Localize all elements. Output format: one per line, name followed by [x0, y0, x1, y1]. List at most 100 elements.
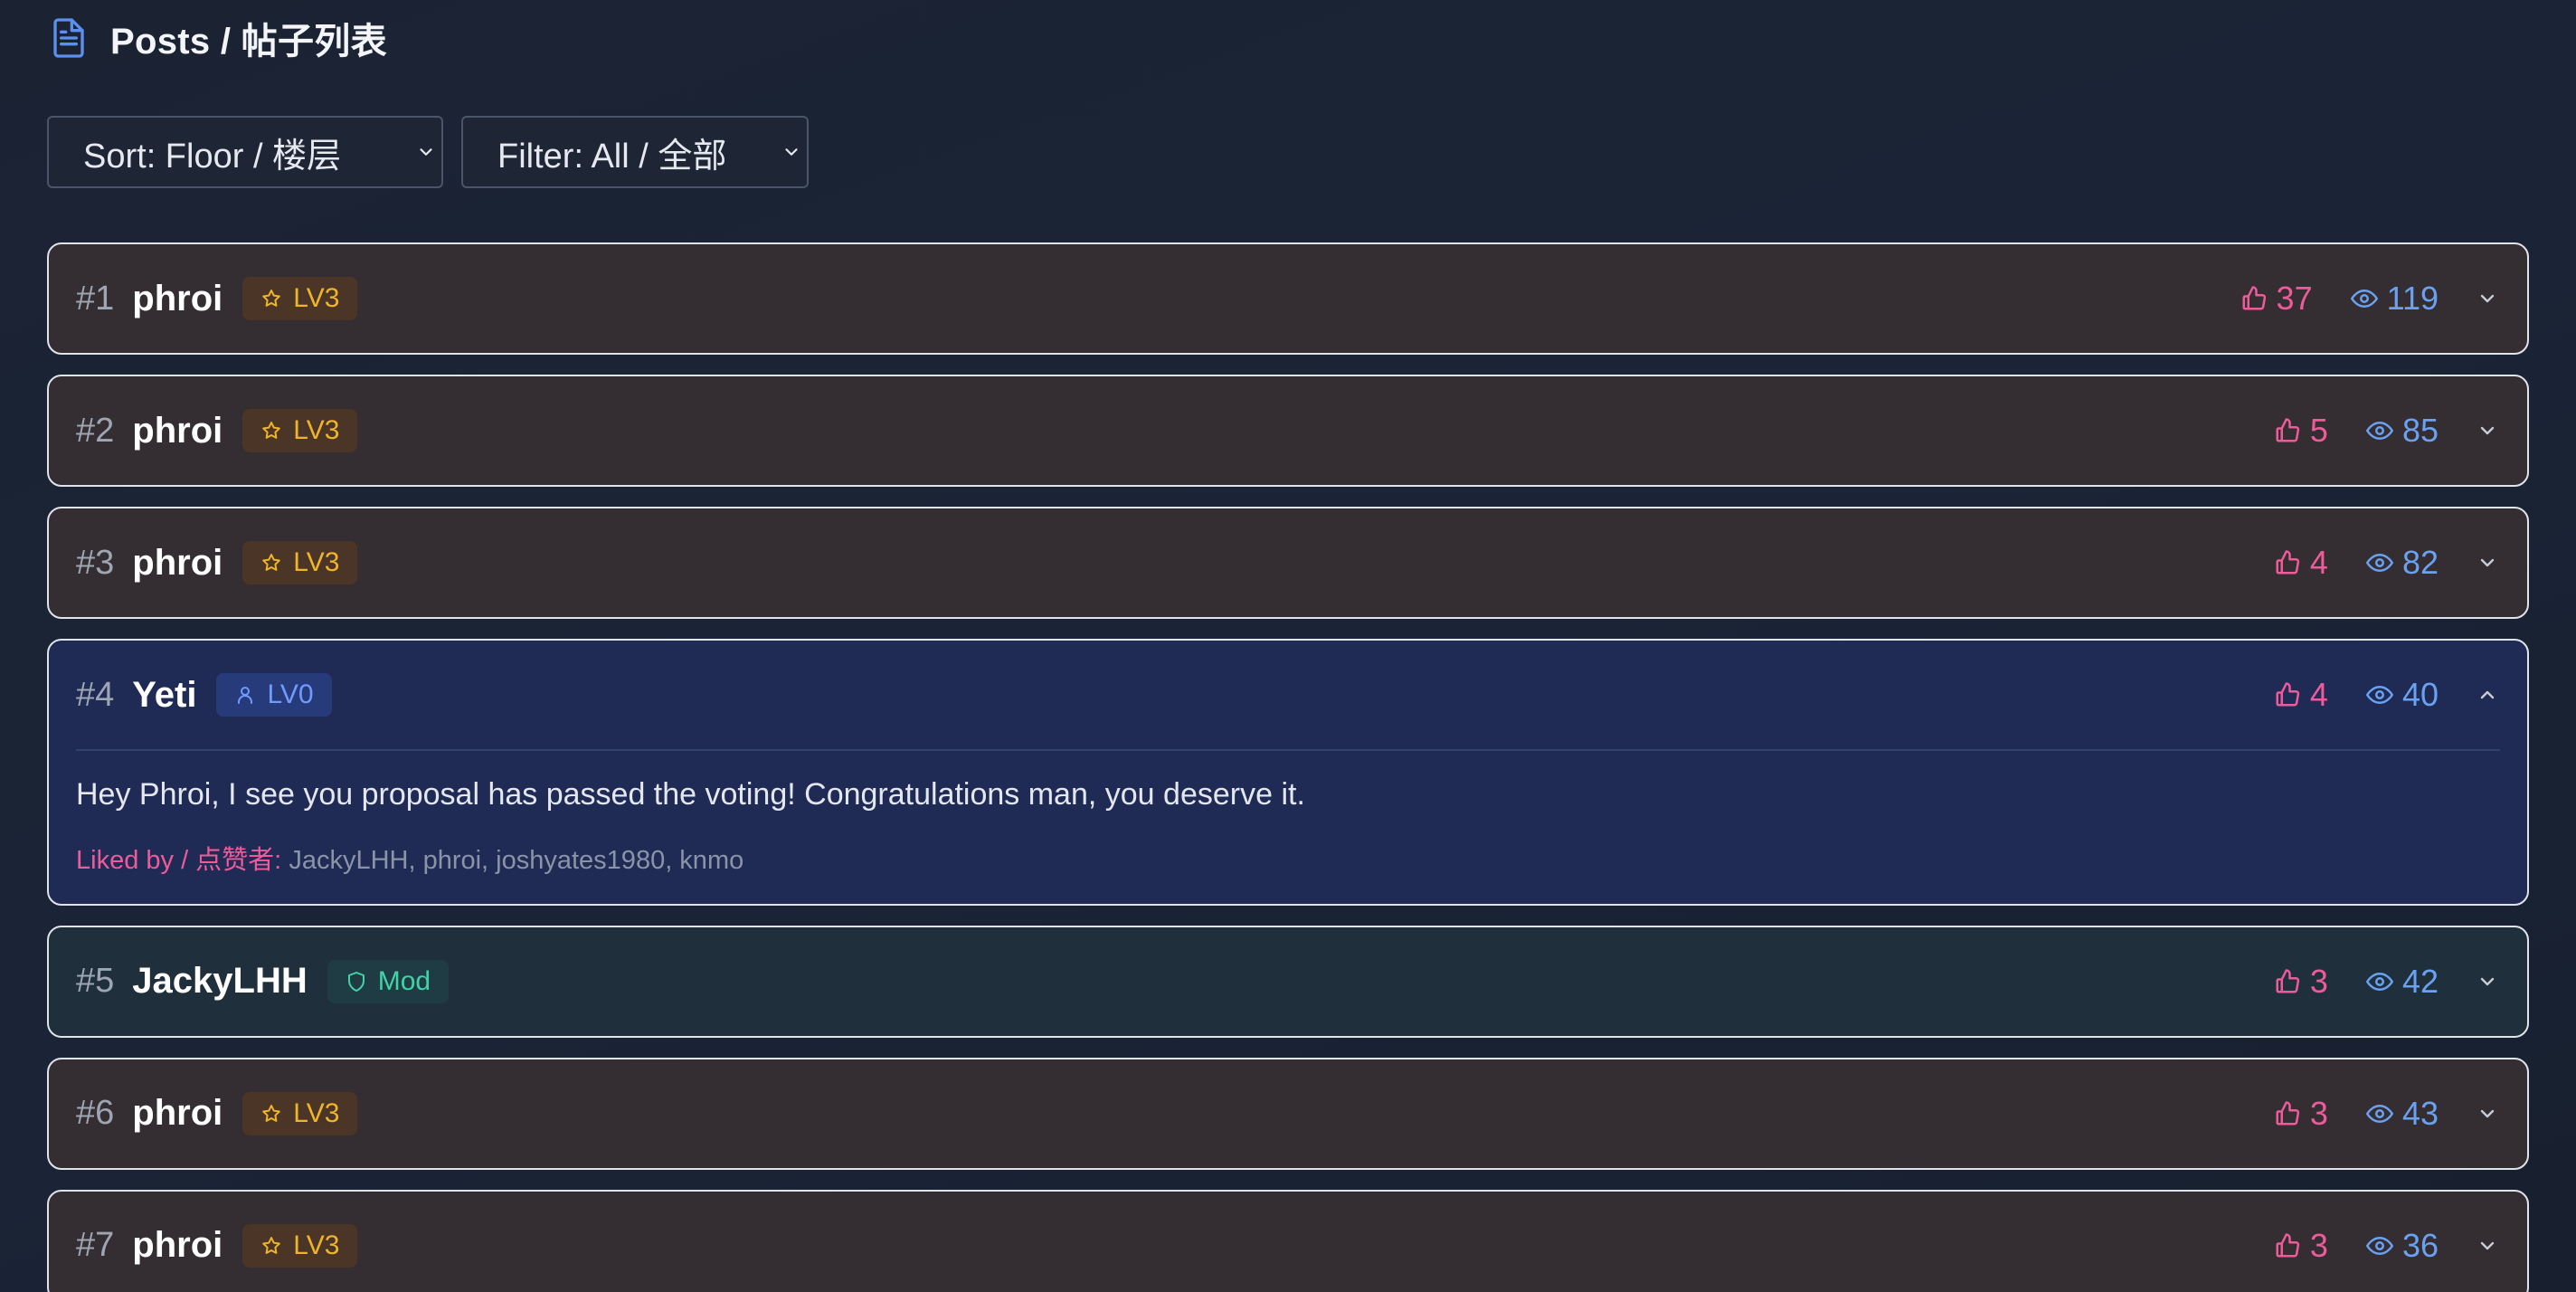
post-author[interactable]: phroi [132, 411, 223, 451]
post-header[interactable]: #3 phroi LV3 4 82 [49, 508, 2527, 617]
likes-count[interactable]: 3 [2274, 1095, 2328, 1133]
chevron-down-icon[interactable] [2475, 1101, 2500, 1126]
badge-label: LV0 [267, 679, 314, 709]
post-author[interactable]: phroi [132, 1093, 223, 1134]
eye-icon [2365, 554, 2393, 572]
post-author[interactable]: JackyLHH [132, 961, 307, 1002]
page-title: Posts / 帖子列表 [110, 22, 387, 62]
chevron-down-icon[interactable] [2475, 969, 2500, 994]
likes-value: 3 [2309, 962, 2328, 1000]
level-badge: LV0 [216, 673, 332, 717]
thumbs-up-icon [2276, 550, 2300, 575]
post-author[interactable]: phroi [132, 279, 223, 319]
post-floor: #2 [76, 411, 115, 450]
chevron-down-icon[interactable] [2475, 286, 2500, 311]
post-item[interactable]: #5 JackyLHH Mod 3 42 [47, 925, 2529, 1038]
page-header: Posts / 帖子列表 [47, 0, 2529, 76]
post-item[interactable]: #6 phroi LV3 3 43 [47, 1057, 2529, 1170]
views-count: 119 [2350, 280, 2439, 318]
badge-label: LV3 [293, 283, 340, 313]
likes-count[interactable]: 5 [2274, 412, 2328, 450]
post-header[interactable]: #7 phroi LV3 3 36 [49, 1192, 2527, 1292]
post-header[interactable]: #4 Yeti LV0 4 40 [49, 641, 2527, 749]
views-count: 42 [2365, 962, 2439, 1001]
thumbs-up-icon [2276, 1101, 2300, 1126]
post-body: Hey Phroi, I see you proposal has passed… [76, 749, 2500, 904]
views-value: 40 [2401, 676, 2439, 713]
post-header[interactable]: #1 phroi LV3 37 119 [49, 244, 2527, 353]
filter-select[interactable]: Filter: All / 全部 [461, 116, 809, 188]
post-content: Hey Phroi, I see you proposal has passed… [76, 777, 1305, 812]
mod-badge: Mod [327, 959, 450, 1003]
post-floor: #7 [76, 1226, 115, 1265]
shield-icon [347, 971, 365, 992]
post-floor: #1 [76, 279, 115, 318]
chevron-down-icon [785, 148, 798, 156]
post-header[interactable]: #5 JackyLHH Mod 3 42 [49, 927, 2527, 1036]
likes-count[interactable]: 37 [2240, 280, 2313, 318]
post-author[interactable]: phroi [132, 1225, 223, 1266]
liked-by: Liked by / 点赞者: JackyLHH, phroi, joshyat… [76, 839, 2500, 877]
post-floor: #4 [76, 675, 115, 714]
posts-page: Posts / 帖子列表 Sort: Floor / 楼层 Filter: Al… [0, 0, 2576, 1292]
thumbs-up-icon [2242, 286, 2266, 310]
likes-value: 4 [2309, 676, 2328, 713]
likes-count[interactable]: 3 [2274, 1227, 2328, 1265]
views-value: 82 [2401, 544, 2439, 581]
eye-icon [2365, 1104, 2393, 1123]
badge-label: LV3 [293, 415, 340, 445]
post-floor: #5 [76, 962, 115, 1001]
post-item-expanded[interactable]: #4 Yeti LV0 4 40 Hey Phroi, I see you pr… [47, 639, 2529, 906]
thumbs-up-icon [2276, 418, 2300, 442]
liked-by-names: JackyLHH, phroi, joshyates1980, knmo [289, 845, 744, 875]
post-author[interactable]: Yeti [132, 675, 196, 716]
likes-value: 3 [2309, 1094, 2328, 1132]
sort-select[interactable]: Sort: Floor / 楼层 [47, 116, 443, 188]
badge-label: LV3 [293, 1097, 340, 1128]
views-count: 82 [2365, 544, 2439, 582]
star-icon [262, 554, 281, 571]
post-header[interactable]: #2 phroi LV3 5 85 [49, 376, 2527, 485]
views-value: 42 [2401, 962, 2439, 1000]
post-item[interactable]: #3 phroi LV3 4 82 [47, 507, 2529, 619]
likes-value: 3 [2309, 1226, 2328, 1264]
chevron-up-icon[interactable] [2475, 682, 2500, 708]
views-count: 36 [2365, 1226, 2439, 1265]
post-item[interactable]: #7 phroi LV3 3 36 [47, 1189, 2529, 1292]
eye-icon [2365, 972, 2393, 991]
post-item[interactable]: #2 phroi LV3 5 85 [47, 375, 2529, 487]
post-header[interactable]: #6 phroi LV3 3 43 [49, 1059, 2527, 1168]
views-count: 43 [2365, 1095, 2439, 1133]
badge-label: LV3 [293, 1230, 340, 1260]
chevron-down-icon[interactable] [2475, 418, 2500, 443]
post-item[interactable]: #1 phroi LV3 37 119 [47, 242, 2529, 355]
thumbs-up-icon [2276, 682, 2300, 707]
thumbs-up-icon [2276, 1233, 2300, 1258]
star-icon [262, 1236, 281, 1254]
views-value: 36 [2401, 1226, 2439, 1264]
likes-count[interactable]: 4 [2274, 544, 2328, 582]
level-badge: LV3 [242, 1223, 358, 1268]
level-badge: LV3 [242, 541, 358, 584]
likes-value: 5 [2309, 412, 2328, 449]
toolbar: Sort: Floor / 楼层 Filter: All / 全部 [47, 116, 2529, 188]
user-icon [238, 687, 253, 704]
post-author[interactable]: phroi [132, 543, 223, 584]
document-icon [49, 16, 89, 60]
views-count: 40 [2365, 676, 2439, 714]
eye-icon [2365, 422, 2393, 440]
star-icon [262, 1104, 281, 1122]
level-badge: LV3 [242, 277, 358, 320]
likes-count[interactable]: 4 [2274, 676, 2328, 714]
chevron-down-icon[interactable] [2475, 550, 2500, 575]
chevron-down-icon[interactable] [2475, 1233, 2500, 1259]
star-icon [262, 422, 281, 439]
post-floor: #6 [76, 1094, 115, 1133]
likes-count[interactable]: 3 [2274, 963, 2328, 1001]
sort-select-value: Sort: Floor / 楼层 [83, 137, 342, 176]
views-value: 119 [2386, 280, 2439, 317]
level-badge: LV3 [242, 409, 358, 452]
eye-icon [2365, 686, 2393, 704]
post-list: #1 phroi LV3 37 119 #2 phroi LV3 5 85 #3… [47, 242, 2529, 1292]
thumbs-up-icon [2276, 969, 2300, 993]
